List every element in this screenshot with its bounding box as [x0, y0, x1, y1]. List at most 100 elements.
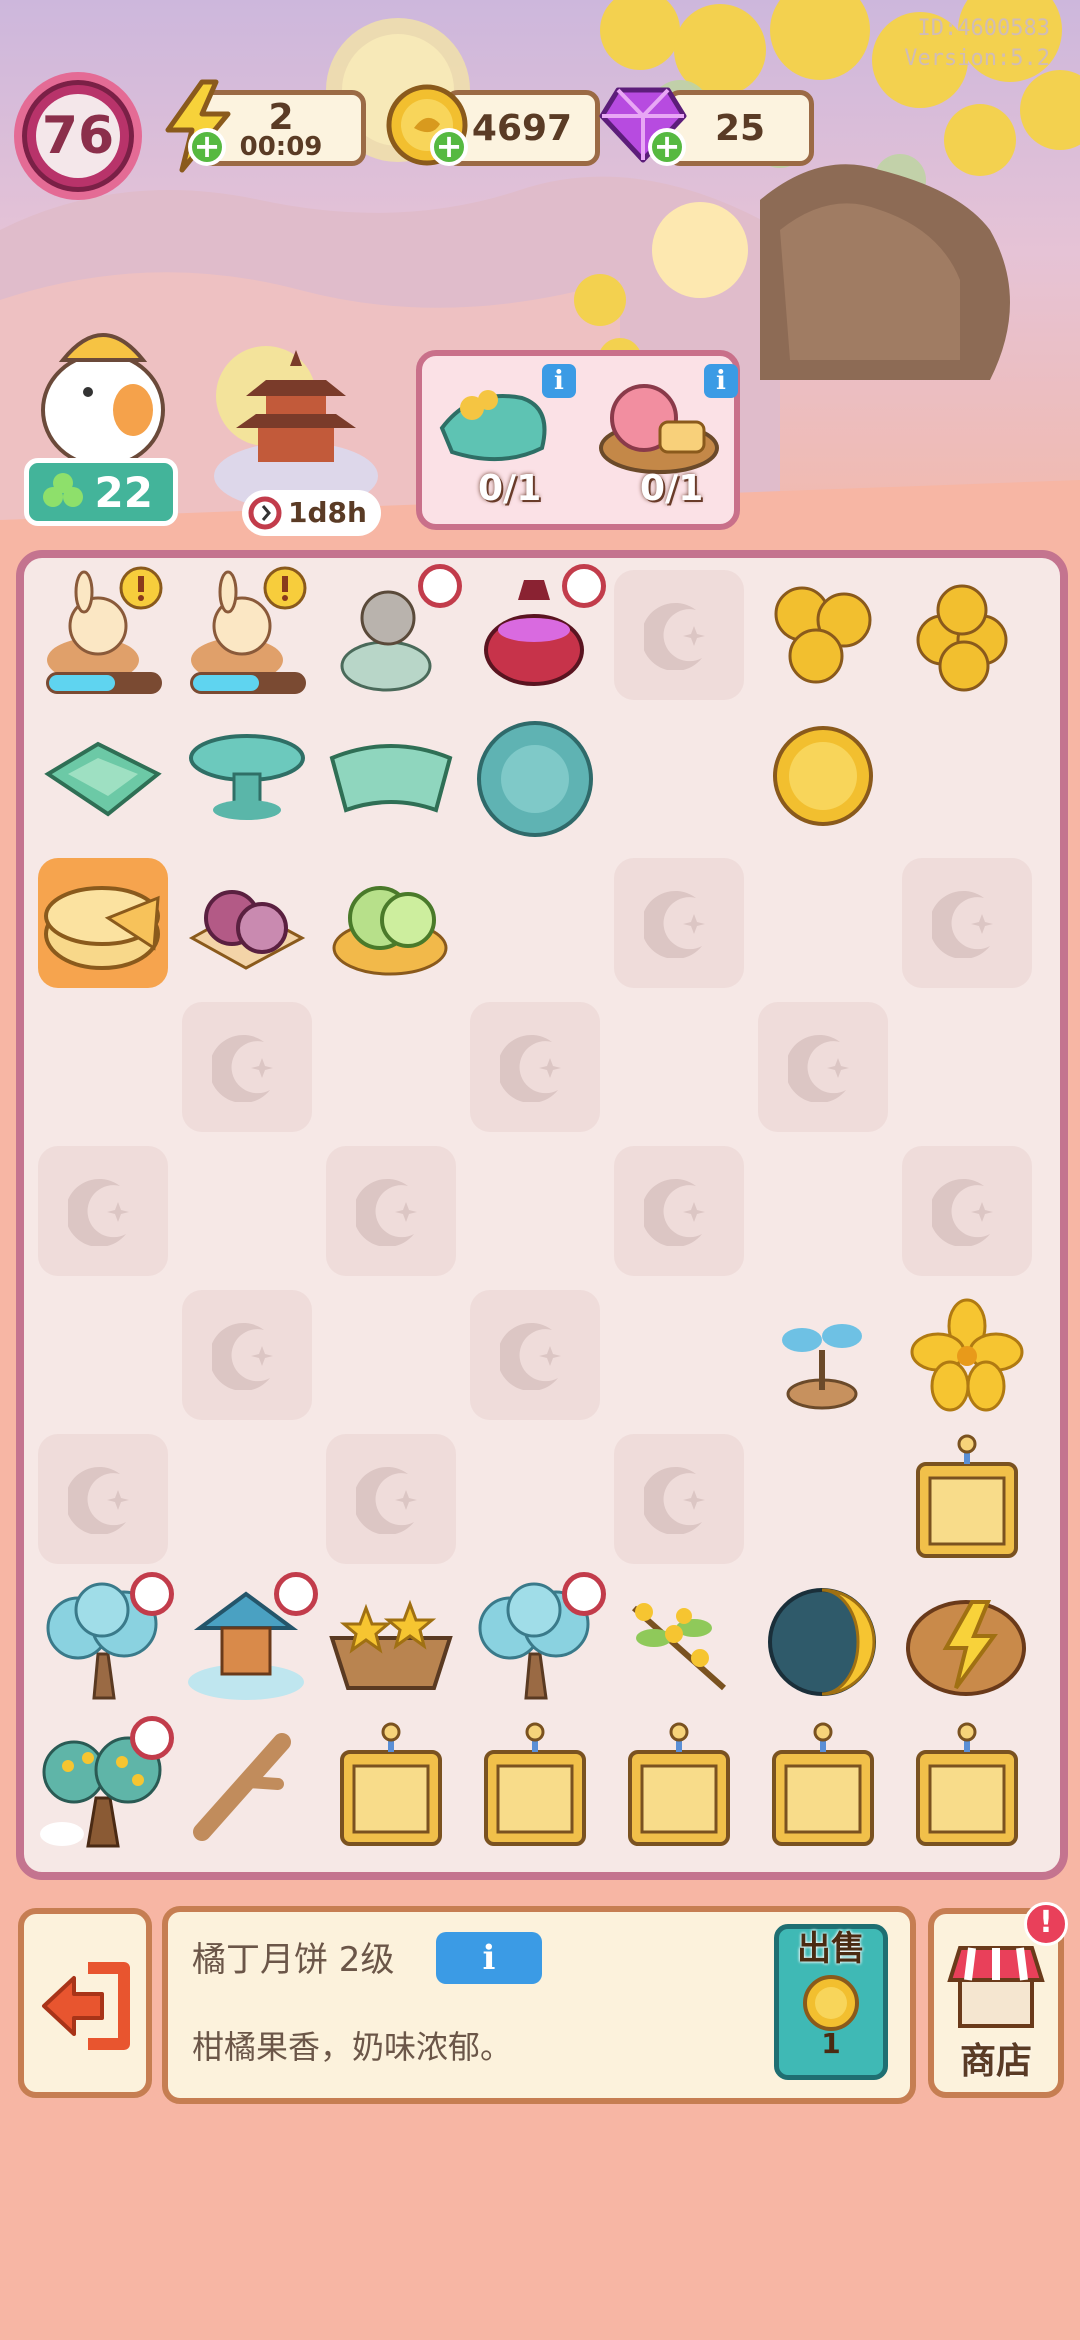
osmanthus-branch-icon: [632, 1603, 726, 1691]
energy-timer: 00:09: [239, 132, 323, 162]
moon-lock-icon: [212, 1034, 273, 1102]
board-cell-r9c5[interactable]: [614, 1722, 744, 1852]
locked-cell[interactable]: [614, 1146, 744, 1276]
jade-flower-plate-icon: [477, 721, 593, 837]
board-cell-r2c2[interactable]: [182, 714, 312, 844]
energy-value: 2: [268, 97, 294, 138]
level-number: 76: [36, 94, 120, 178]
moon-lock-icon: [788, 1034, 849, 1102]
board-cell-r8c3[interactable]: [326, 1578, 456, 1708]
locked-cell[interactable]: [326, 1434, 456, 1564]
add-gems-button[interactable]: +: [648, 128, 686, 166]
locked-cell[interactable]: [902, 1146, 1032, 1276]
board-cell-r9c2[interactable]: [182, 1722, 312, 1852]
board-cell-r7c7[interactable]: [902, 1434, 1032, 1564]
locked-cell[interactable]: [38, 1434, 168, 1564]
board-cell-r9c4[interactable]: [470, 1722, 600, 1852]
board-cell-r1c7[interactable]: [902, 570, 1032, 700]
clover-icon: [43, 473, 83, 507]
moon-lock-icon: [932, 890, 993, 958]
locked-cell[interactable]: [470, 1290, 600, 1420]
sell-price: 1: [821, 2027, 841, 2060]
board-cell-r1c1[interactable]: [38, 566, 168, 700]
locked-cell[interactable]: [614, 570, 744, 700]
board-cell-r2c4[interactable]: [470, 714, 600, 844]
board-cell-r1c4[interactable]: [470, 564, 606, 700]
shop-button[interactable]: 商店 !: [928, 1902, 1068, 2098]
event-timer-text: 1d8h: [288, 496, 367, 529]
coin-pile-icon: [774, 586, 872, 684]
production-progress-bar: [46, 672, 162, 694]
moon-lock-icon: [644, 602, 705, 670]
moon-lock-icon: [644, 1466, 705, 1534]
osmanthus-flower-icon: [910, 1298, 1024, 1412]
locked-cell[interactable]: [614, 1434, 744, 1564]
add-energy-button[interactable]: +: [188, 128, 226, 166]
exit-button[interactable]: [18, 1908, 152, 2098]
locked-cell[interactable]: [758, 1002, 888, 1132]
event-pagoda-icon[interactable]: [206, 336, 386, 516]
board-cell-r3c2[interactable]: [182, 858, 312, 988]
board-cell-r8c4[interactable]: [470, 1572, 606, 1708]
star-lantern-chest-icon: [628, 1722, 730, 1846]
coin-heap-icon: [916, 584, 1008, 692]
shop-notification-badge: !: [1024, 1902, 1068, 1946]
locked-cell[interactable]: [326, 1146, 456, 1276]
board-cell-r6c7[interactable]: [902, 1290, 1032, 1420]
board-cell-r9c1[interactable]: [38, 1716, 174, 1852]
board-cell-r2c6[interactable]: [758, 714, 888, 844]
board-cell-r2c3[interactable]: [326, 714, 456, 844]
board-cell-r1c2[interactable]: [182, 566, 312, 700]
star-lantern-chest-icon: [340, 1722, 442, 1846]
production-progress-bar: [190, 672, 306, 694]
moon-lock-icon: [932, 1178, 993, 1246]
coin-value: 4697: [471, 107, 573, 149]
board-cell-r8c7[interactable]: [902, 1578, 1032, 1708]
green-mooncake-icon: [332, 886, 448, 976]
board-cell-r1c6[interactable]: [758, 570, 888, 700]
add-coins-button[interactable]: +: [430, 128, 468, 166]
taro-mooncake-icon: [188, 890, 306, 970]
board-cell-r3c3[interactable]: [326, 858, 456, 988]
board-cell-r2c1[interactable]: [38, 714, 168, 844]
moon-lock-icon: [500, 1034, 561, 1102]
locked-cell[interactable]: [182, 1290, 312, 1420]
order-2-info-button[interactable]: i: [704, 364, 738, 398]
worker-count-badge[interactable]: 22: [24, 458, 178, 526]
gem-value: 25: [714, 107, 766, 149]
clock-icon: [418, 564, 462, 608]
star-lantern-chest-icon: [484, 1722, 586, 1846]
board-cell-r9c3[interactable]: [326, 1722, 456, 1852]
board-cell-r6c6[interactable]: [758, 1290, 888, 1420]
order-2-count: 0/1: [640, 468, 704, 509]
clock-icon: [130, 1572, 174, 1616]
level-badge[interactable]: 76: [14, 72, 142, 200]
worker-chick-icon[interactable]: [28, 300, 178, 470]
order-1-info-button[interactable]: i: [542, 364, 576, 398]
clock-icon: [248, 496, 282, 530]
board-cell-r8c1[interactable]: [38, 1572, 174, 1708]
board-cell-r1c3[interactable]: [326, 564, 462, 700]
sapling-icon: [782, 1324, 862, 1410]
version-text: Version:5.2: [904, 46, 1050, 71]
item-info-button[interactable]: i: [436, 1932, 542, 1984]
item-description: 柑橘果香，奶味浓郁。: [192, 2028, 513, 2066]
locked-cell[interactable]: [470, 1002, 600, 1132]
board-cell-r8c5[interactable]: [614, 1578, 744, 1708]
board-cell-r8c2[interactable]: [182, 1572, 318, 1708]
board-cell-r9c7[interactable]: [902, 1722, 1032, 1852]
locked-cell[interactable]: [182, 1002, 312, 1132]
gem-counter[interactable]: 25: [666, 90, 814, 166]
order-1-count: 0/1: [478, 468, 542, 509]
order-panel: 0/1 i 0/1 i: [416, 350, 740, 530]
selected-cell[interactable]: [38, 858, 168, 988]
locked-cell[interactable]: [38, 1146, 168, 1276]
jade-curved-plate-icon: [329, 744, 453, 813]
board-cell-r8c6[interactable]: [758, 1578, 888, 1708]
locked-cell[interactable]: [902, 858, 1032, 988]
star-lantern-chest-icon: [772, 1722, 874, 1846]
shop-label: 商店: [959, 2041, 1032, 2082]
sell-button[interactable]: 出售 1: [774, 1924, 888, 2080]
board-cell-r9c6[interactable]: [758, 1722, 888, 1852]
locked-cell[interactable]: [614, 858, 744, 988]
